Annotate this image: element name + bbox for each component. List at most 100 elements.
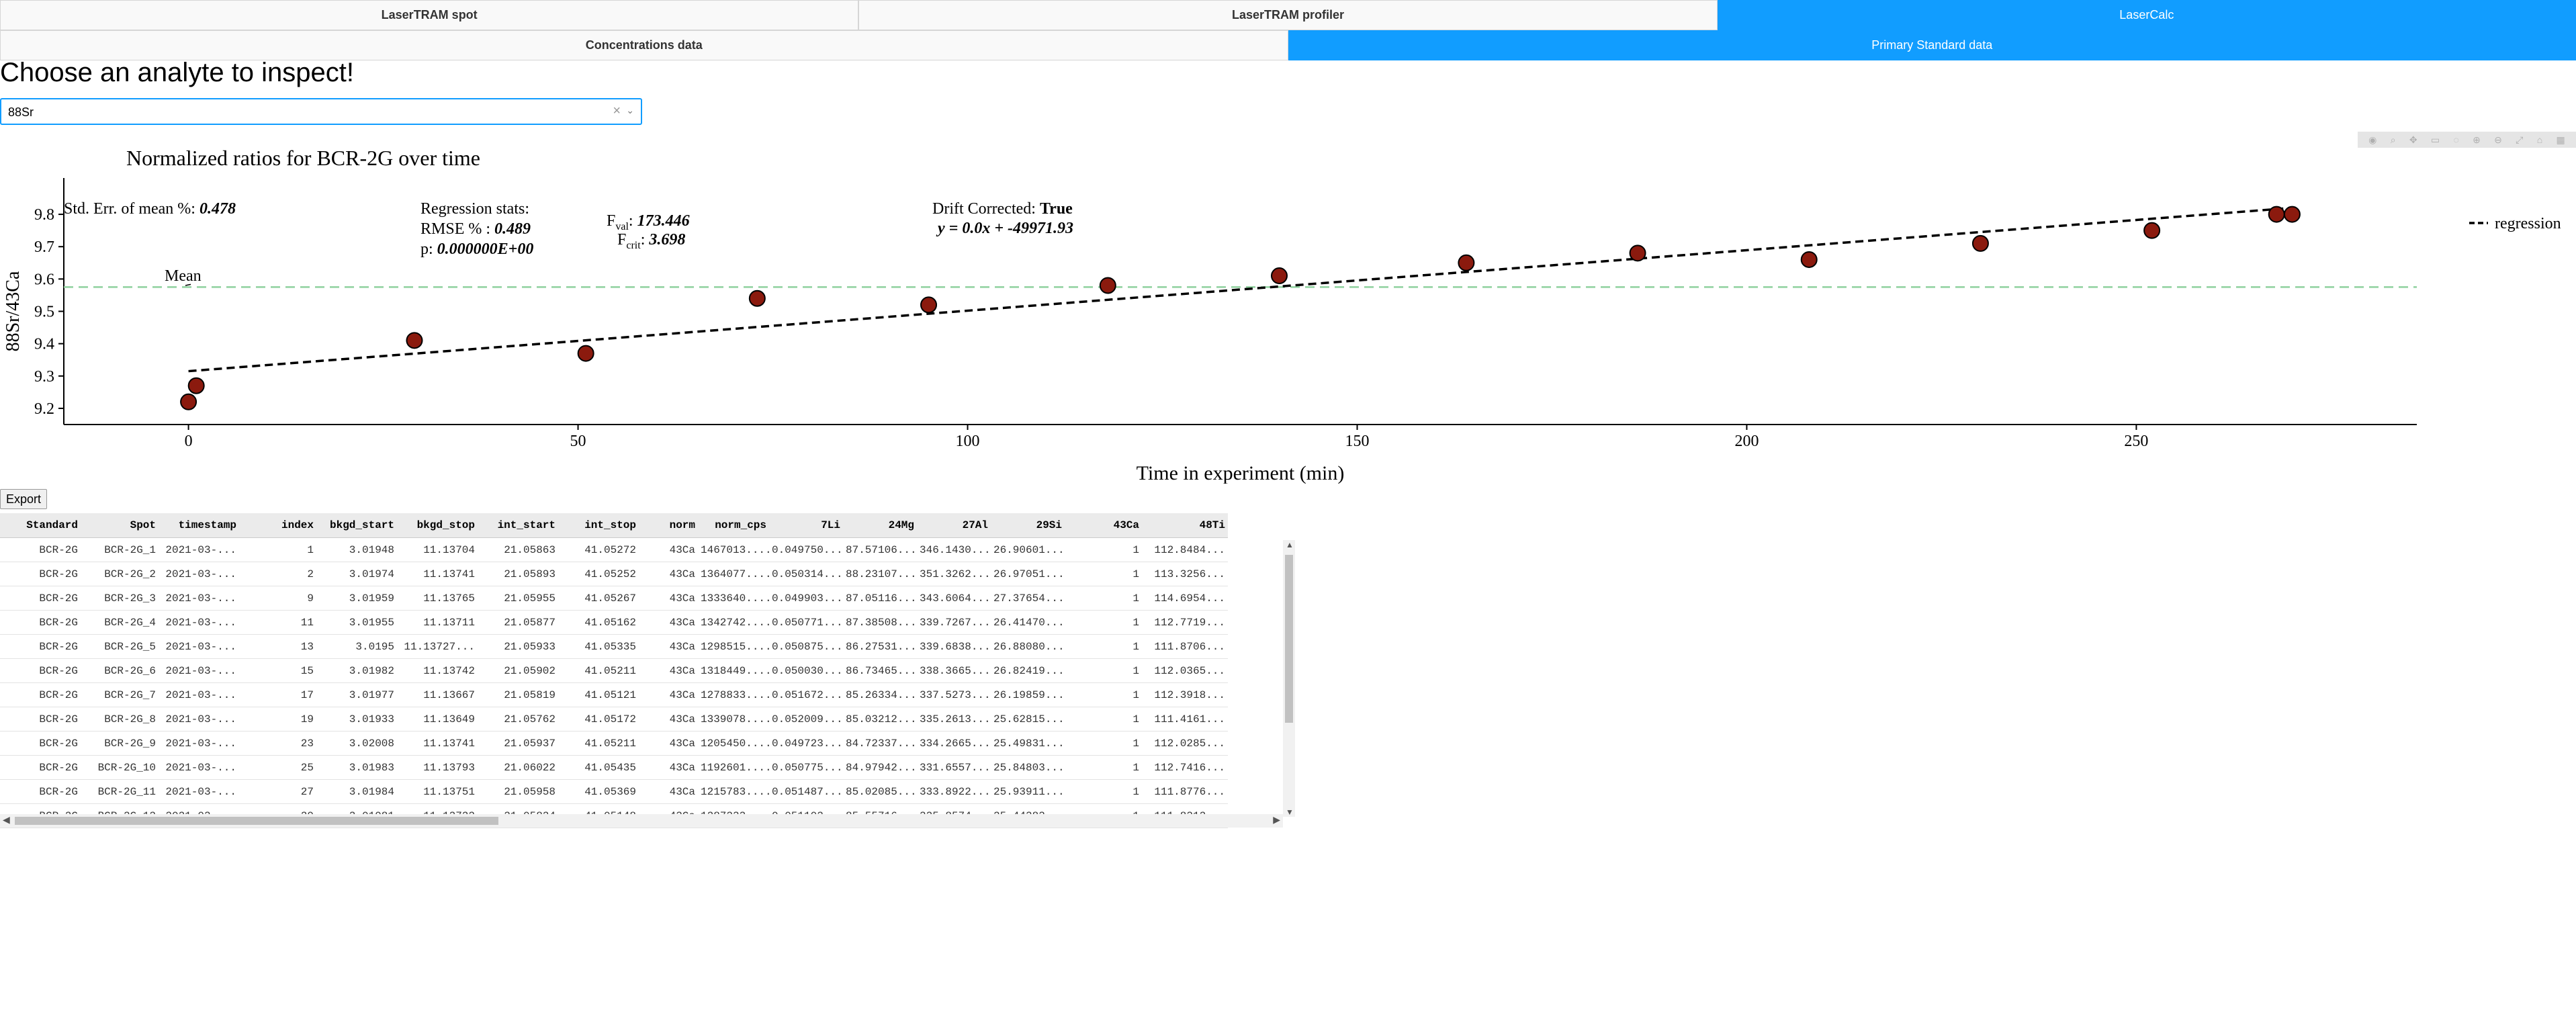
table-cell[interactable]: 43Ca [639,658,698,683]
table-cell[interactable]: 41.05121 [558,682,639,707]
table-cell[interactable]: 1 [1065,634,1142,659]
table-cell[interactable]: 334.2665... [917,731,991,756]
table-cell[interactable]: 339.6838... [917,634,991,659]
table-cell[interactable]: 25.84803... [991,755,1065,780]
table-cell[interactable]: 1 [1065,610,1142,635]
table-cell[interactable]: 11.13704 [397,537,478,562]
table-cell[interactable]: 1215783.... [698,779,769,804]
table-cell[interactable]: 43Ca [639,537,698,562]
export-button[interactable]: Export [0,489,48,509]
table-cell[interactable]: 2021-03-... [159,731,239,756]
table-cell[interactable]: 11.13741 [397,562,478,586]
table-cell[interactable]: BCR-2G [0,731,81,756]
table-cell[interactable]: 1 [1065,731,1142,756]
table-cell[interactable]: 112.3918... [1142,682,1228,707]
table-cell[interactable]: 26.97051... [991,562,1065,586]
table-cell[interactable]: 84.72337... [843,731,917,756]
table-cell[interactable]: BCR-2G [0,562,81,586]
table-cell[interactable]: 17 [239,682,316,707]
table-cell[interactable]: 15 [239,658,316,683]
table-row[interactable]: BCR-2G BCR-2G_8 2021-03-... 19 3.01933 11.136… [0,707,1228,731]
column-header[interactable]: Standard [0,513,81,538]
table-cell[interactable]: 26.88080... [991,634,1065,659]
table-cell[interactable]: 11.13765 [397,586,478,611]
table-cell[interactable]: 0.050030... [769,658,843,683]
clear-icon[interactable]: × [613,103,621,119]
table-cell[interactable]: 2021-03-... [159,586,239,611]
table-row[interactable]: BCR-2G BCR-2G_1 2021-03-... 1 3.01948 11.1370… [0,537,1228,562]
table-cell[interactable]: 331.6557... [917,755,991,780]
column-header[interactable]: 24Mg [843,513,917,538]
table-cell[interactable]: BCR-2G_7 [81,682,159,707]
table-row[interactable]: BCR-2G BCR-2G_7 2021-03-... 17 3.01977 11.136… [0,682,1228,707]
table-cell[interactable]: 0.050314... [769,562,843,586]
table-cell[interactable]: 87.57106... [843,537,917,562]
table-cell[interactable]: 3.0195 [316,634,397,659]
table-cell[interactable]: 11 [239,610,316,635]
table-cell[interactable]: 2021-03-... [159,610,239,635]
scroll-thumb-horizontal[interactable] [15,817,498,825]
table-cell[interactable]: 0.050775... [769,755,843,780]
table-cell[interactable]: 26.41470... [991,610,1065,635]
table-cell[interactable]: 1 [1065,779,1142,804]
table-cell[interactable]: 21.05762 [478,707,558,731]
table-cell[interactable]: 1 [1065,562,1142,586]
table-cell[interactable]: 41.05252 [558,562,639,586]
table-cell[interactable]: BCR-2G [0,707,81,731]
table-cell[interactable]: 23 [239,731,316,756]
table-cell[interactable]: 87.38508... [843,610,917,635]
table-row[interactable]: BCR-2G BCR-2G_11 2021-03-... 27 3.01984 11.13… [0,779,1228,804]
table-cell[interactable]: 3.01984 [316,779,397,804]
table-cell[interactable]: 41.05162 [558,610,639,635]
subtab-concentrations-data[interactable]: Concentrations data [0,30,1288,60]
column-header[interactable]: index [239,513,316,538]
tab-lasertram-profiler[interactable]: LaserTRAM profiler [858,0,1718,30]
tab-lasercalc[interactable]: LaserCalc [1717,0,2576,30]
table-cell[interactable]: 85.26334... [843,682,917,707]
table-cell[interactable]: 1192601.... [698,755,769,780]
table-cell[interactable]: 85.03212... [843,707,917,731]
table-cell[interactable]: 43Ca [639,634,698,659]
table-cell[interactable]: BCR-2G_6 [81,658,159,683]
table-cell[interactable]: 2021-03-... [159,779,239,804]
table-cell[interactable]: 339.7267... [917,610,991,635]
table-cell[interactable]: 26.82419... [991,658,1065,683]
table-cell[interactable]: 21.05893 [478,562,558,586]
table-cell[interactable]: 333.8922... [917,779,991,804]
table-cell[interactable]: BCR-2G_5 [81,634,159,659]
table-cell[interactable]: 337.5273... [917,682,991,707]
table-cell[interactable]: 41.05211 [558,731,639,756]
table-horizontal-scrollbar[interactable]: ◀ ▶ [0,814,1283,828]
table-cell[interactable]: 1278833.... [698,682,769,707]
table-cell[interactable]: BCR-2G_8 [81,707,159,731]
table-cell[interactable]: 21.05863 [478,537,558,562]
scroll-thumb[interactable] [1285,555,1293,723]
table-cell[interactable]: 21.05877 [478,610,558,635]
table-cell[interactable]: 11.13667 [397,682,478,707]
table-cell[interactable]: 87.05116... [843,586,917,611]
table-cell[interactable]: 11.13742 [397,658,478,683]
table-cell[interactable]: 112.8484... [1142,537,1228,562]
table-cell[interactable]: 11.13793 [397,755,478,780]
table-cell[interactable]: 86.73465... [843,658,917,683]
column-header[interactable]: bkgd_stop [397,513,478,538]
table-cell[interactable]: 1205450.... [698,731,769,756]
table-cell[interactable]: 112.7719... [1142,610,1228,635]
scroll-down-icon[interactable]: ▼ [1286,807,1294,817]
table-cell[interactable]: BCR-2G [0,586,81,611]
table-cell[interactable]: 1467013.... [698,537,769,562]
scroll-right-icon[interactable]: ▶ [1273,814,1280,826]
table-cell[interactable]: 26.19859... [991,682,1065,707]
table-cell[interactable]: BCR-2G_10 [81,755,159,780]
table-cell[interactable]: 2021-03-... [159,562,239,586]
table-cell[interactable]: BCR-2G_4 [81,610,159,635]
table-cell[interactable]: 25.49831... [991,731,1065,756]
column-header[interactable]: 43Ca [1065,513,1142,538]
tab-lasertram-spot[interactable]: LaserTRAM spot [0,0,859,30]
table-cell[interactable]: 11.13741 [397,731,478,756]
table-cell[interactable]: 1318449.... [698,658,769,683]
table-cell[interactable]: 3.01977 [316,682,397,707]
table-row[interactable]: BCR-2G BCR-2G_6 2021-03-... 15 3.01982 11.137… [0,658,1228,683]
table-cell[interactable]: 2021-03-... [159,634,239,659]
table-cell[interactable]: 27 [239,779,316,804]
